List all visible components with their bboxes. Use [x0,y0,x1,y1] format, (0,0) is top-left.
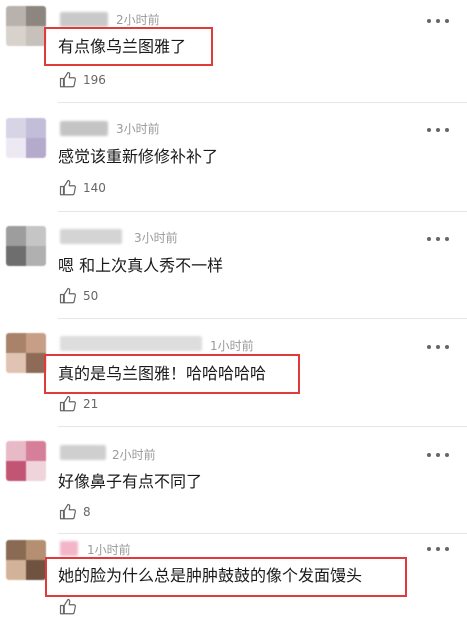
more-dots-icon[interactable] [427,127,449,133]
like-count: 50 [83,289,99,303]
avatar[interactable] [6,118,46,158]
like-button[interactable]: 50 [59,287,98,305]
like-button[interactable] [59,598,83,616]
highlight-box [45,557,407,597]
like-count: 140 [83,181,106,195]
avatar[interactable] [6,333,46,373]
comment-time: 2小时前 [112,448,156,462]
divider [58,102,467,103]
comment-time: 3小时前 [134,231,178,245]
comment-time: 1小时前 [210,339,254,353]
divider [58,211,467,212]
comment-time: 1小时前 [87,543,131,557]
thumbs-up-icon [59,395,76,412]
comment-time: 2小时前 [116,13,160,27]
like-count: 196 [83,73,106,87]
avatar[interactable] [6,226,46,266]
like-button[interactable]: 196 [59,71,106,89]
thumbs-up-icon [59,503,76,520]
username-blurred[interactable] [60,541,78,556]
like-count: 8 [83,505,91,519]
like-button[interactable]: 140 [59,179,106,197]
more-dots-icon[interactable] [427,546,449,552]
avatar[interactable] [6,6,46,46]
thumbs-up-icon [59,71,76,88]
thumbs-up-icon [59,598,76,615]
username-blurred[interactable] [60,12,108,27]
more-dots-icon[interactable] [427,236,449,242]
more-dots-icon[interactable] [427,18,449,24]
comment-text: 感觉该重新修修补补了 [58,147,219,166]
comment-time: 3小时前 [116,122,160,136]
comment-text: 嗯 和上次真人秀不一样 [58,256,224,275]
thumbs-up-icon [59,287,76,304]
more-dots-icon[interactable] [427,344,449,350]
username-blurred[interactable] [60,121,108,136]
username-blurred[interactable] [60,229,122,244]
comment-text: 好像鼻子有点不同了 [58,472,203,491]
like-count: 21 [83,397,99,411]
highlight-box [44,27,213,66]
thumbs-up-icon [59,179,76,196]
avatar[interactable] [6,540,46,580]
divider [58,318,467,319]
more-dots-icon[interactable] [427,452,449,458]
divider [58,533,467,534]
like-button[interactable]: 21 [59,395,98,413]
avatar[interactable] [6,441,46,481]
username-blurred[interactable] [60,445,106,460]
username-blurred[interactable] [60,336,202,351]
divider [58,426,467,427]
highlight-box [44,354,300,394]
like-button[interactable]: 8 [59,503,91,521]
